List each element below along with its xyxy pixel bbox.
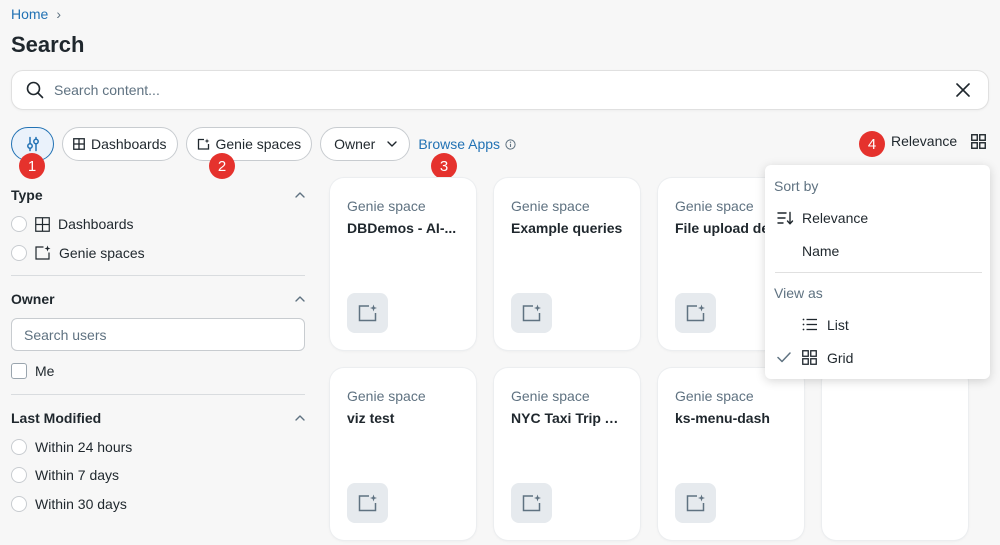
breadcrumb: Home ›	[11, 6, 61, 22]
last-modified-30d-radio[interactable]	[11, 495, 27, 512]
owner-section-title: Owner	[11, 291, 55, 307]
chevron-right-icon: ›	[56, 6, 62, 22]
type-section-title: Type	[11, 187, 43, 203]
sort-option-name[interactable]: Name	[765, 234, 990, 267]
sort-name-label: Name	[802, 242, 840, 259]
genie-spaces-chip-label: Genie spaces	[215, 136, 302, 152]
chevron-up-icon[interactable]	[295, 296, 305, 302]
card-title: viz test	[347, 410, 395, 426]
search-users-input[interactable]	[11, 318, 305, 351]
type-genie-spaces-radio[interactable]	[11, 244, 27, 261]
chevron-down-icon	[387, 141, 398, 147]
view-grid-label: Grid	[827, 349, 854, 366]
genie-space-icon	[347, 483, 388, 523]
result-card[interactable]: Genie space viz test	[330, 368, 476, 540]
step-marker-4: 4	[859, 131, 885, 157]
dashboards-filter-chip[interactable]: Dashboards	[62, 127, 178, 161]
dashboard-icon	[73, 138, 85, 150]
card-title: Example queries	[511, 220, 623, 236]
genie-spaces-filter-chip[interactable]: Genie spaces	[185, 127, 313, 161]
sort-relevance-button[interactable]: Relevance	[891, 133, 957, 149]
grid-view-icon	[802, 350, 817, 365]
card-title: ks-menu-dash	[675, 410, 770, 426]
genie-space-icon	[675, 483, 716, 523]
chevron-up-icon[interactable]	[295, 414, 305, 421]
last-modified-section-title: Last Modified	[11, 409, 102, 426]
result-card[interactable]: Genie space NYC Taxi Trip A...	[494, 368, 640, 540]
type-section-header[interactable]: Type	[11, 180, 305, 210]
last-modified-7d-label: Within 7 days	[35, 467, 120, 484]
owner-option-me[interactable]: Me	[11, 357, 305, 386]
view-list-label: List	[827, 316, 849, 333]
filter-sidebar: Type Dashboards Genie spaces Owner Me La…	[11, 180, 305, 518]
view-option-grid[interactable]: Grid	[765, 341, 990, 374]
genie-space-icon	[35, 245, 51, 260]
checkmark-icon	[777, 352, 791, 363]
step-marker-3: 3	[431, 153, 457, 179]
last-modified-24h-label: Within 24 hours	[35, 438, 133, 455]
sort-controls: Relevance	[891, 133, 987, 149]
sort-descending-icon	[777, 211, 794, 225]
search-icon	[26, 81, 44, 99]
card-title: DBDemos - AI-...	[347, 220, 457, 236]
section-divider	[11, 275, 305, 276]
card-type-label: Genie space	[511, 388, 590, 404]
dashboard-icon	[35, 216, 50, 232]
page-title: Search	[11, 32, 85, 57]
card-type-label: Genie space	[347, 388, 426, 404]
last-modified-option-30d[interactable]: Within 30 days	[11, 490, 305, 519]
last-modified-24h-radio[interactable]	[11, 438, 27, 455]
last-modified-option-24h[interactable]: Within 24 hours	[11, 433, 305, 462]
type-dashboards-radio[interactable]	[11, 216, 27, 233]
card-type-label: Genie space	[347, 198, 426, 214]
sort-option-relevance[interactable]: Relevance	[765, 201, 990, 234]
genie-space-icon	[511, 293, 552, 333]
info-icon[interactable]	[505, 138, 516, 150]
genie-space-icon	[347, 293, 388, 333]
section-divider	[11, 393, 305, 395]
genie-space-icon	[675, 293, 716, 333]
owner-chip-label: Owner	[334, 136, 376, 152]
step-marker-2: 2	[209, 153, 235, 179]
breadcrumb-home-link[interactable]: Home	[11, 6, 48, 22]
close-icon[interactable]	[952, 79, 974, 101]
menu-divider	[775, 272, 982, 273]
view-option-list[interactable]: List	[765, 308, 990, 341]
dashboards-chip-label: Dashboards	[91, 136, 167, 152]
owner-filter-dropdown[interactable]: Owner	[320, 127, 411, 161]
filter-sliders-icon	[25, 136, 41, 152]
type-option-genie-spaces[interactable]: Genie spaces	[11, 239, 305, 268]
search-bar	[11, 70, 989, 110]
genie-space-icon	[197, 138, 210, 150]
result-card[interactable]	[822, 368, 968, 540]
result-card[interactable]: Genie space DBDemos - AI-...	[330, 178, 476, 350]
last-modified-section-header[interactable]: Last Modified	[11, 403, 305, 433]
step-marker-1: 1	[19, 153, 45, 179]
card-title: NYC Taxi Trip A...	[511, 410, 624, 426]
last-modified-7d-radio[interactable]	[11, 467, 27, 484]
browse-apps-label: Browse Apps	[418, 136, 501, 152]
search-input[interactable]	[54, 82, 942, 98]
owner-section-header[interactable]: Owner	[11, 284, 305, 314]
last-modified-option-7d[interactable]: Within 7 days	[11, 461, 305, 490]
browse-apps-link[interactable]: Browse Apps	[418, 136, 516, 152]
type-dashboards-label: Dashboards	[58, 216, 134, 233]
sort-view-menu: Sort by Relevance Name View as List Grid	[765, 165, 990, 379]
result-card[interactable]: Genie space Example queries	[494, 178, 640, 350]
card-type-label: Genie space	[511, 198, 590, 214]
genie-space-icon	[511, 483, 552, 523]
type-option-dashboards[interactable]: Dashboards	[11, 210, 305, 239]
card-type-label: Genie space	[675, 388, 754, 404]
list-icon	[802, 318, 818, 331]
last-modified-30d-label: Within 30 days	[35, 495, 127, 512]
result-card[interactable]: Genie space ks-menu-dash	[658, 368, 804, 540]
sort-relevance-label: Relevance	[802, 209, 869, 226]
grid-view-icon[interactable]	[971, 133, 987, 149]
type-genie-spaces-label: Genie spaces	[59, 244, 145, 261]
chevron-up-icon[interactable]	[295, 192, 305, 198]
sort-by-header: Sort by	[774, 178, 819, 194]
view-as-header: View as	[774, 285, 823, 301]
owner-me-label: Me	[35, 363, 55, 380]
owner-me-checkbox[interactable]	[11, 363, 27, 380]
